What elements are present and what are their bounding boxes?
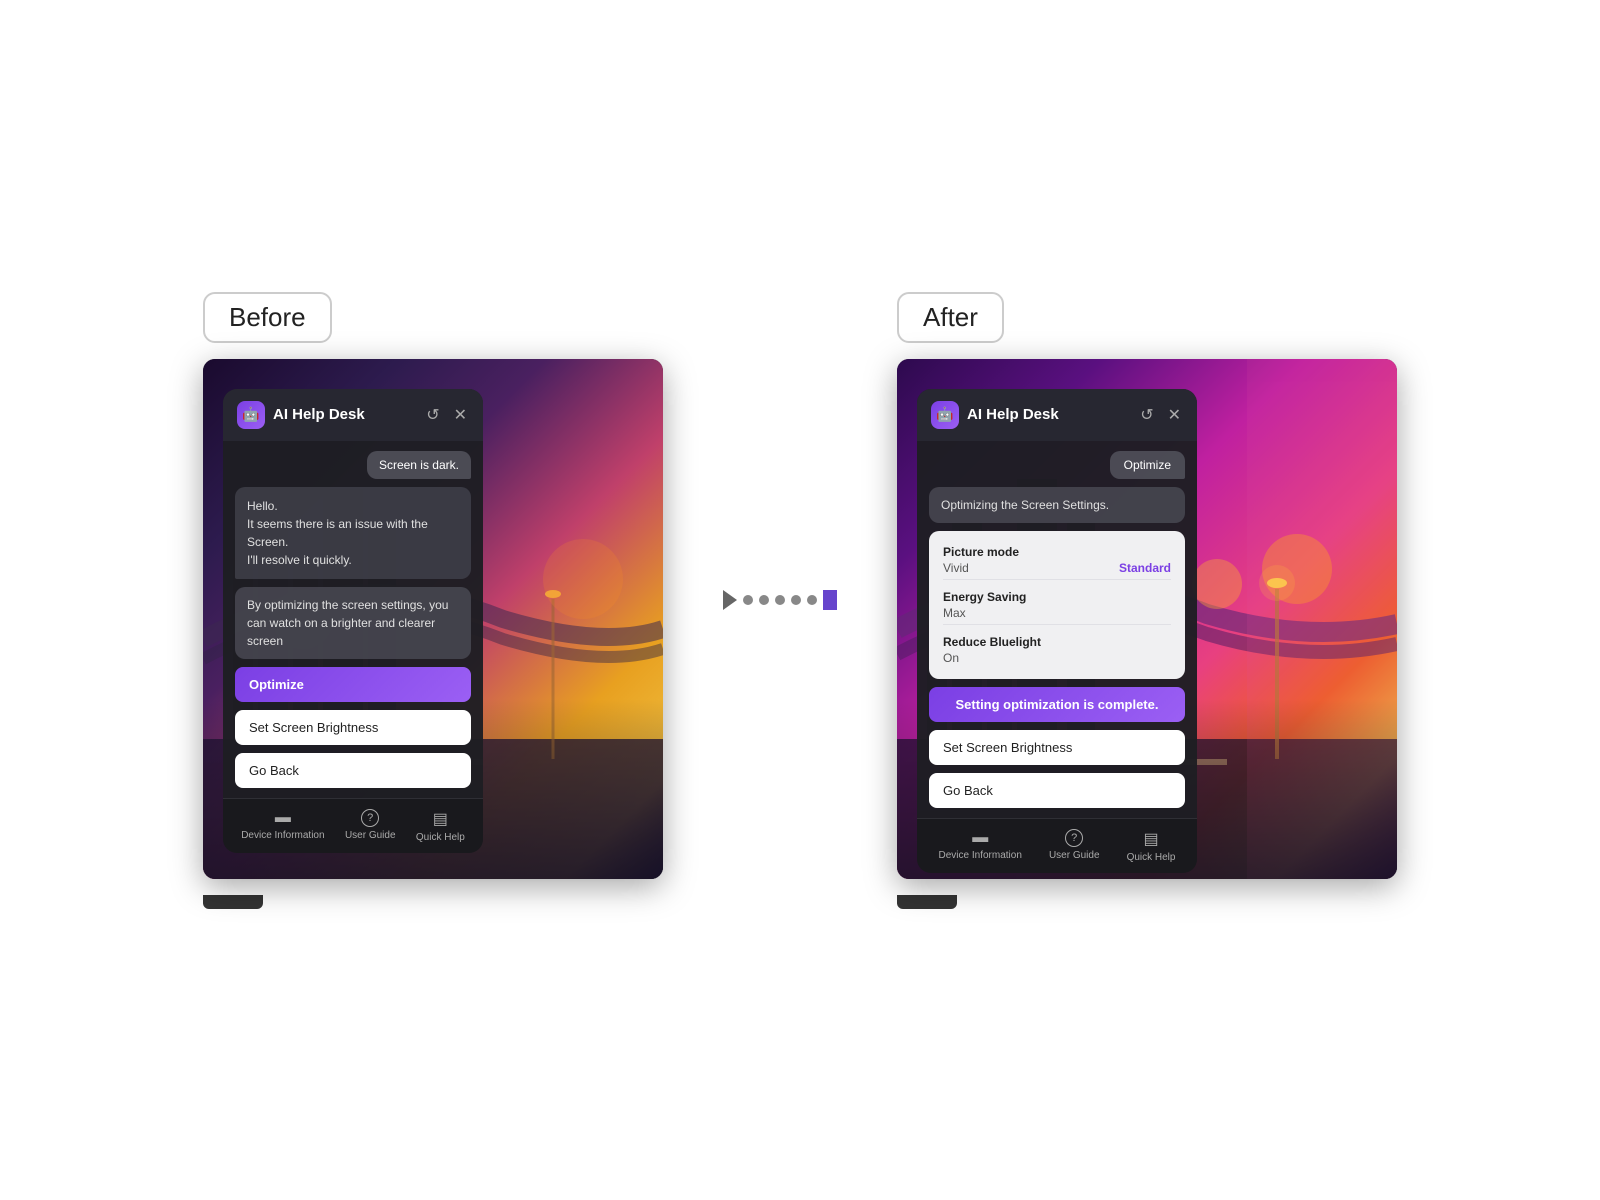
before-close-btn[interactable]: ✕: [452, 403, 469, 427]
after-panel-title: AI Help Desk: [967, 406, 1059, 423]
before-device-info[interactable]: ▬ Device Information: [241, 809, 324, 843]
after-header-actions: ↺ ✕: [1138, 403, 1183, 427]
after-device-info-label: Device Information: [939, 850, 1022, 861]
before-label: Before: [203, 292, 332, 343]
before-user-guide-label: User Guide: [345, 830, 396, 841]
before-brightness-button[interactable]: Set Screen Brightness: [235, 710, 471, 745]
after-tv-stand: [897, 895, 957, 909]
after-device-info-icon: ▬: [972, 829, 988, 847]
before-panel-wrapper: Before: [203, 292, 663, 909]
dot-2: [759, 595, 769, 605]
settings-new-energy: Max: [943, 606, 966, 620]
settings-label-bluelight: Reduce Bluelight: [943, 635, 1171, 649]
settings-old-picture-mode: Vivid: [943, 561, 969, 575]
before-device-info-label: Device Information: [241, 830, 324, 841]
after-user-guide[interactable]: ? User Guide: [1049, 829, 1100, 863]
after-panel-footer: ▬ Device Information ? User Guide ▤ Quic…: [917, 818, 1197, 873]
arrow-right: [823, 590, 837, 610]
after-panel-wrapper: After: [897, 292, 1397, 909]
dot-1: [743, 595, 753, 605]
before-user-message: Screen is dark.: [367, 451, 471, 479]
after-header-left: 🤖 AI Help Desk: [931, 401, 1059, 429]
after-optimize-response-btn[interactable]: Optimize: [1110, 451, 1185, 479]
before-goback-button[interactable]: Go Back: [235, 753, 471, 788]
after-tv-frame: 🤖 AI Help Desk ↺ ✕ Optimize Opt: [897, 359, 1397, 879]
after-settings-card: Picture mode Vivid Standard Energy Savin…: [929, 531, 1185, 679]
before-quick-help-label: Quick Help: [416, 832, 465, 843]
after-device-info[interactable]: ▬ Device Information: [939, 829, 1022, 863]
before-bot-message-2: By optimizing the screen settings, you c…: [235, 587, 471, 659]
settings-values-picture-mode: Vivid Standard: [943, 559, 1171, 575]
after-user-guide-icon: ?: [1065, 829, 1083, 847]
after-brightness-button[interactable]: Set Screen Brightness: [929, 730, 1185, 765]
transition-arrow: [723, 590, 837, 610]
before-header-left: 🤖 AI Help Desk: [237, 401, 365, 429]
settings-row-bluelight: Reduce Bluelight On: [943, 631, 1171, 669]
settings-new-picture-mode: Standard: [1119, 561, 1171, 575]
before-user-guide[interactable]: ? User Guide: [345, 809, 396, 843]
after-bot-icon: 🤖: [931, 401, 959, 429]
settings-values-bluelight: On: [943, 649, 1171, 665]
arrow-left: [723, 590, 737, 610]
before-panel-header: 🤖 AI Help Desk ↺ ✕: [223, 389, 483, 441]
before-panel-footer: ▬ Device Information ? User Guide ▤ Quic…: [223, 798, 483, 853]
settings-values-energy: Max: [943, 604, 1171, 620]
settings-label-picture-mode: Picture mode: [943, 545, 1171, 559]
before-reset-btn[interactable]: ↺: [424, 403, 441, 427]
dot-5: [807, 595, 817, 605]
after-panel-header: 🤖 AI Help Desk ↺ ✕: [917, 389, 1197, 441]
before-panel-title: AI Help Desk: [273, 406, 365, 423]
settings-row-picture-mode: Picture mode Vivid Standard: [943, 541, 1171, 580]
before-quick-help-icon: ▤: [433, 809, 448, 829]
after-optimize-response-wrapper: Optimize: [929, 451, 1185, 479]
before-header-actions: ↺ ✕: [424, 403, 469, 427]
before-bot-icon: 🤖: [237, 401, 265, 429]
before-quick-help[interactable]: ▤ Quick Help: [416, 809, 465, 843]
dot-4: [791, 595, 801, 605]
after-quick-help[interactable]: ▤ Quick Help: [1127, 829, 1176, 863]
after-reset-btn[interactable]: ↺: [1138, 403, 1155, 427]
after-complete-button[interactable]: Setting optimization is complete.: [929, 687, 1185, 722]
after-quick-help-label: Quick Help: [1127, 852, 1176, 863]
after-status-message: Optimizing the Screen Settings.: [929, 487, 1185, 523]
before-tv-frame: 🤖 AI Help Desk ↺ ✕ Screen is dark. Hello…: [203, 359, 663, 879]
after-close-btn[interactable]: ✕: [1166, 403, 1183, 427]
before-bot-message-1: Hello. It seems there is an issue with t…: [235, 487, 471, 579]
after-user-guide-label: User Guide: [1049, 850, 1100, 861]
after-goback-button[interactable]: Go Back: [929, 773, 1185, 808]
after-quick-help-icon: ▤: [1143, 829, 1158, 849]
settings-label-energy: Energy Saving: [943, 590, 1171, 604]
settings-row-energy: Energy Saving Max: [943, 586, 1171, 625]
before-optimize-button[interactable]: Optimize: [235, 667, 471, 702]
main-container: Before: [0, 252, 1600, 949]
before-user-guide-icon: ?: [361, 809, 379, 827]
after-panel-body: Optimize Optimizing the Screen Settings.…: [917, 441, 1197, 818]
before-tv-stand: [203, 895, 263, 909]
after-label: After: [897, 292, 1004, 343]
settings-new-bluelight: On: [943, 651, 959, 665]
before-panel-body: Screen is dark. Hello. It seems there is…: [223, 441, 483, 798]
before-helpdesk-panel: 🤖 AI Help Desk ↺ ✕ Screen is dark. Hello…: [223, 389, 483, 853]
before-device-info-icon: ▬: [275, 809, 291, 827]
after-helpdesk-panel: 🤖 AI Help Desk ↺ ✕ Optimize Opt: [917, 389, 1197, 873]
dot-3: [775, 595, 785, 605]
